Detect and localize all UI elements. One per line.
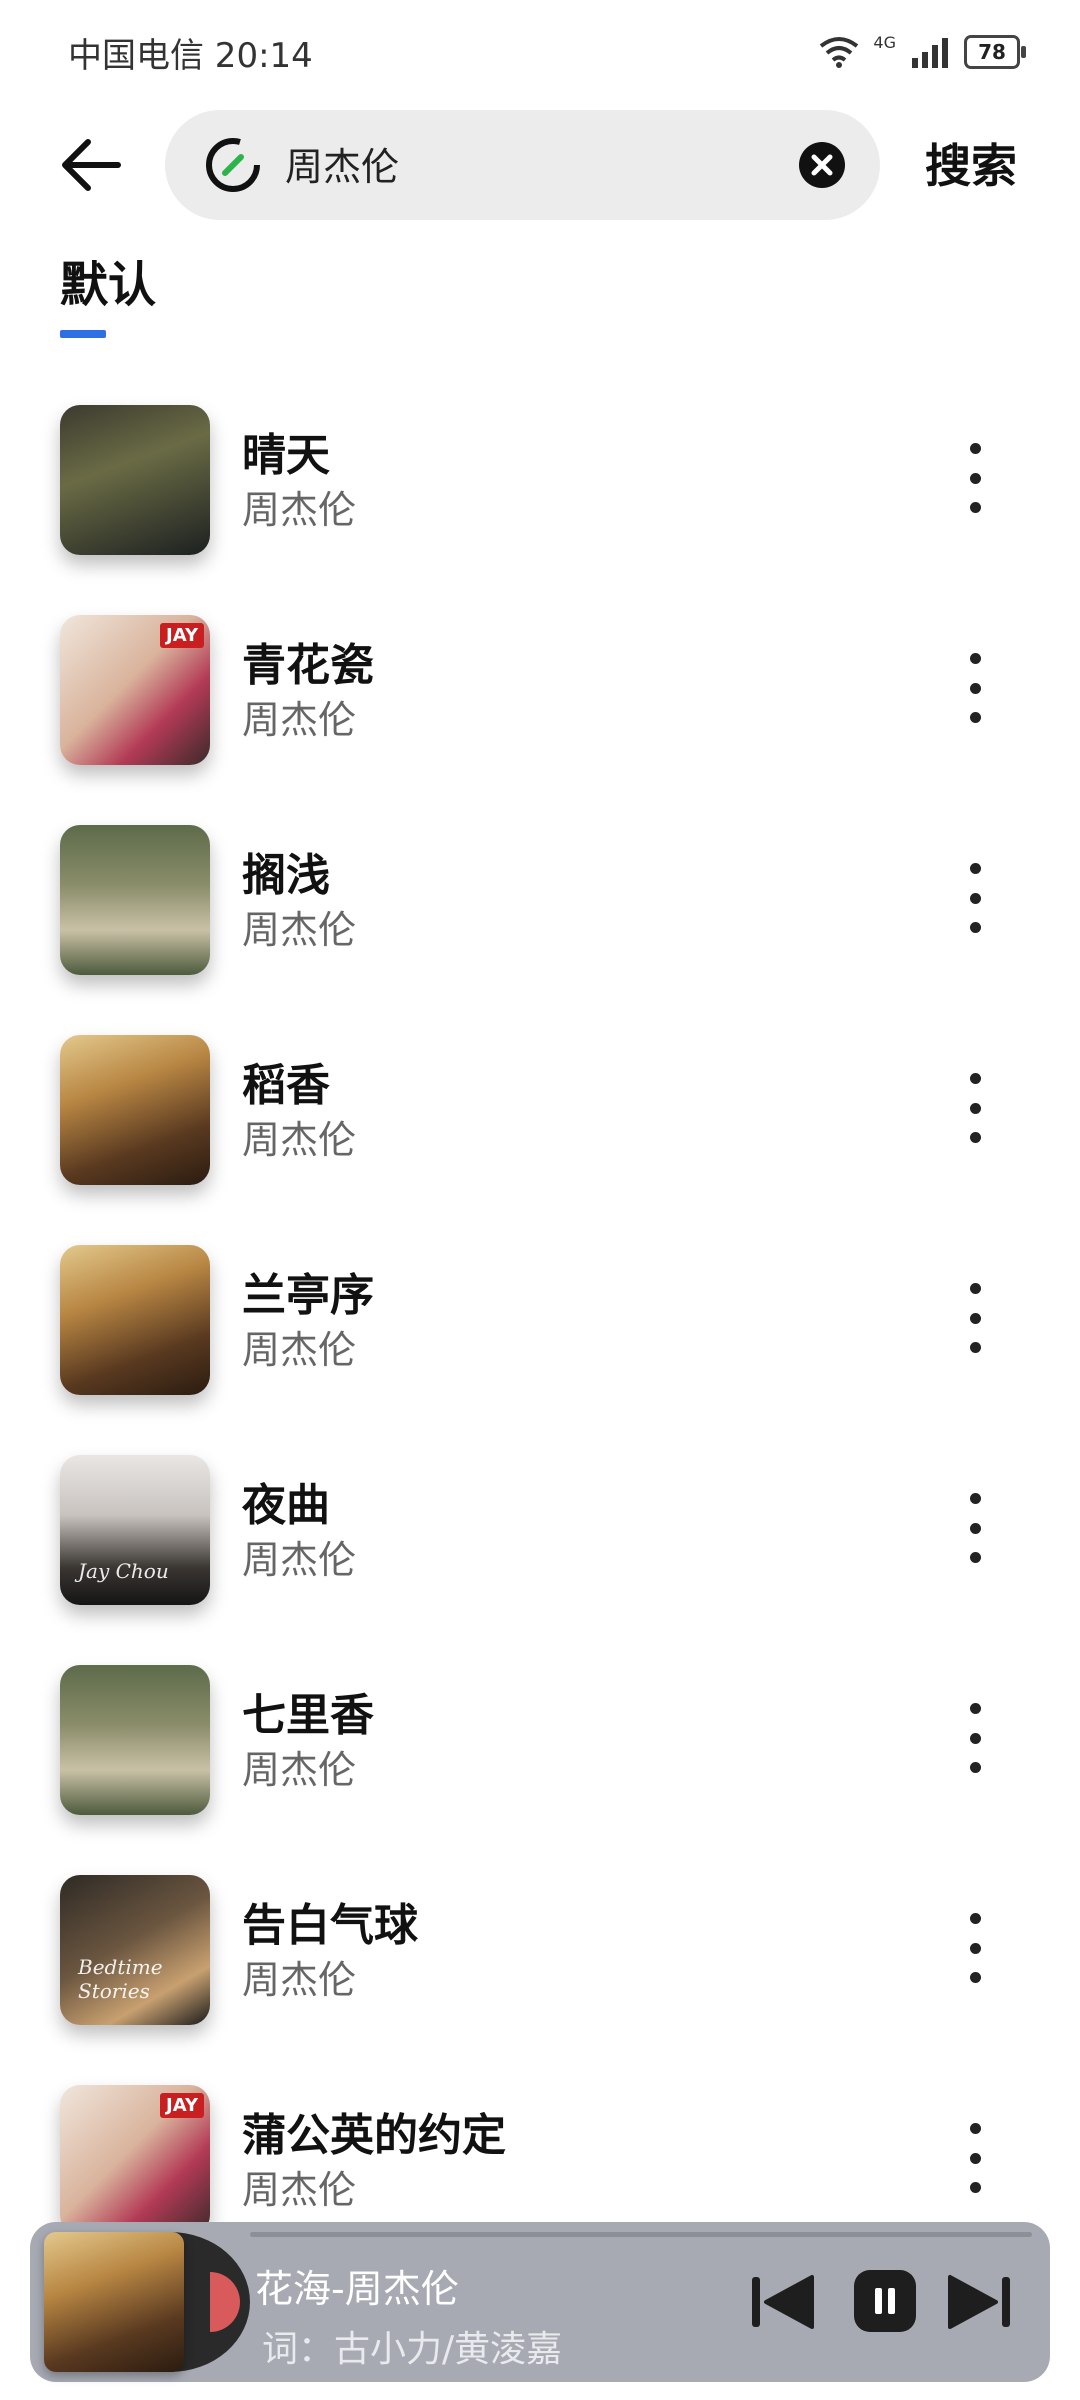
album-cover: JAY (60, 2085, 210, 2235)
carrier-time: 中国电信 20:14 (68, 36, 313, 76)
more-options-icon[interactable] (950, 863, 1000, 933)
more-options-icon[interactable] (950, 1913, 1000, 1983)
album-cover (60, 1665, 210, 1815)
song-title: 晴天 (242, 430, 330, 481)
list-item[interactable]: 七里香 周杰伦 (0, 1655, 1080, 1865)
tab-default[interactable]: 默认 (60, 245, 156, 315)
cover-script: Bedtime Stories (78, 1955, 163, 2003)
more-options-icon[interactable] (950, 1703, 1000, 1773)
song-artist: 周杰伦 (242, 1958, 357, 2002)
song-title: 搁浅 (242, 850, 330, 901)
more-options-icon[interactable] (950, 1073, 1000, 1143)
album-cover (60, 1035, 210, 1185)
list-item[interactable]: Bedtime Stories 告白气球 周杰伦 (0, 1865, 1080, 2075)
song-artist: 周杰伦 (242, 698, 357, 742)
lyric-line: 词：古小力/黄淩嘉 (262, 2329, 563, 2370)
song-artist: 周杰伦 (242, 1328, 357, 1372)
song-title: 告白气球 (242, 1900, 418, 1951)
more-options-icon[interactable] (950, 1283, 1000, 1353)
list-item[interactable]: Jay Chou 夜曲 周杰伦 (0, 1445, 1080, 1655)
wifi-icon (820, 37, 859, 68)
search-input[interactable]: 周杰伦 (165, 110, 880, 220)
player-album-cover[interactable] (44, 2232, 184, 2372)
battery-level: 78 (978, 40, 1006, 64)
song-artist: 周杰伦 (242, 1118, 357, 1162)
album-cover (60, 405, 210, 555)
network-type: 4G (873, 32, 896, 52)
song-title: 夜曲 (242, 1480, 330, 1531)
song-artist: 周杰伦 (242, 488, 357, 532)
album-cover (60, 1245, 210, 1395)
album-cover: Jay Chou (60, 1455, 210, 1605)
previous-track-icon[interactable] (748, 2267, 816, 2337)
more-options-icon[interactable] (950, 443, 1000, 513)
list-item[interactable]: 兰亭序 周杰伦 (0, 1235, 1080, 1445)
list-item[interactable]: JAY 青花瓷 周杰伦 (0, 605, 1080, 815)
search-button[interactable]: 搜索 (925, 130, 1017, 196)
song-title: 七里香 (242, 1690, 374, 1741)
cover-badge: JAY (160, 2093, 204, 2118)
album-cover: JAY (60, 615, 210, 765)
song-artist: 周杰伦 (242, 1538, 357, 1582)
album-cover: Bedtime Stories (60, 1875, 210, 2025)
album-cover (60, 825, 210, 975)
song-artist: 周杰伦 (242, 908, 357, 952)
search-query[interactable]: 周杰伦 (285, 136, 399, 191)
status-bar: 中国电信 20:14 4G 78 (0, 0, 1080, 100)
song-artist: 周杰伦 (242, 1748, 357, 1792)
pause-icon[interactable] (850, 2266, 920, 2336)
music-app-icon (206, 138, 260, 192)
tab-indicator (60, 330, 106, 338)
playback-progress[interactable] (250, 2232, 1032, 2237)
next-track-icon[interactable] (946, 2267, 1014, 2337)
mini-player[interactable]: 花海-周杰伦 词：古小力/黄淩嘉 (30, 2222, 1050, 2382)
battery-icon: 78 (964, 35, 1026, 69)
list-item[interactable]: 晴天 周杰伦 (0, 395, 1080, 605)
song-title: 蒲公英的约定 (242, 2110, 506, 2161)
now-playing-title: 花海-周杰伦 (255, 2267, 459, 2311)
list-item[interactable]: 搁浅 周杰伦 (0, 815, 1080, 1025)
more-options-icon[interactable] (950, 653, 1000, 723)
song-title: 兰亭序 (242, 1270, 374, 1321)
list-item[interactable]: 稻香 周杰伦 (0, 1025, 1080, 1235)
signal-icon (912, 38, 948, 68)
cover-script: Jay Chou (78, 1559, 169, 1583)
clear-icon[interactable] (798, 141, 846, 189)
more-options-icon[interactable] (950, 1493, 1000, 1563)
cover-badge: JAY (160, 623, 204, 648)
status-icons: 4G 78 (819, 30, 1026, 74)
song-title: 青花瓷 (242, 640, 374, 691)
more-options-icon[interactable] (950, 2123, 1000, 2193)
back-arrow-icon[interactable] (56, 130, 126, 200)
song-title: 稻香 (242, 1060, 330, 1111)
song-artist: 周杰伦 (242, 2168, 357, 2212)
